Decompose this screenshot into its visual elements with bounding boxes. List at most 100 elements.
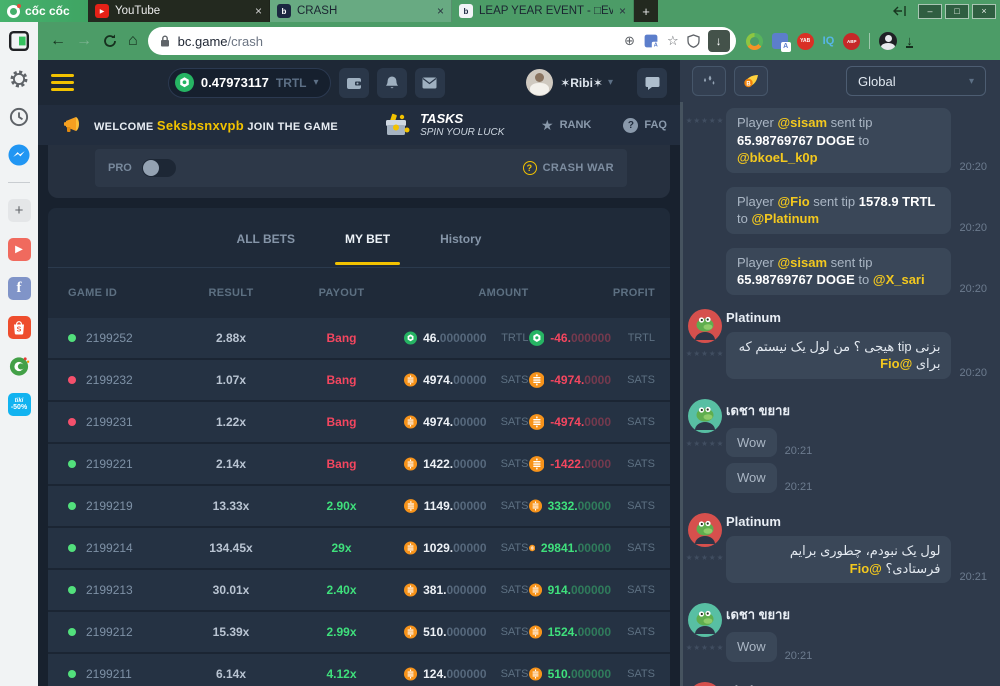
tip-bubble[interactable]: Player @Fio sent tip 1578.9 TRTL to @Pla…	[726, 187, 951, 234]
bets-tabs: ALL BETS MY BET History	[48, 208, 670, 268]
avatar[interactable]	[688, 682, 722, 686]
home-button[interactable]: ⌂	[128, 32, 138, 50]
coin-rain-button[interactable]	[692, 66, 726, 96]
chat-room-selector[interactable]: Global ▾	[846, 66, 986, 96]
tab-bar: cốc cốc ▶ YouTube × b CRASH × b LEAP YEA…	[0, 0, 1000, 22]
balance-selector[interactable]: 0.47973117 TRTL ▾	[168, 68, 331, 98]
svg-text:S: S	[17, 327, 22, 334]
table-row[interactable]: 21992321.07xBang4974.00000SATS-4974.0000…	[48, 360, 670, 402]
chat-bubble[interactable]: Wow	[726, 632, 777, 662]
url-text: bc.game/crash	[178, 34, 616, 49]
chat-username[interactable]: เดชา ขยาย	[726, 400, 987, 421]
chat-username[interactable]: Platinum	[726, 514, 987, 529]
table-row[interactable]: 21992212.14xBang1422.00000SATS-1422.0000…	[48, 444, 670, 486]
avatar[interactable]	[688, 399, 722, 433]
forward-button[interactable]: →	[76, 32, 92, 50]
add-circle-icon[interactable]: ⊕	[624, 33, 635, 49]
avatar[interactable]	[688, 513, 722, 547]
col-profit: PROFIT	[529, 287, 656, 299]
new-tab-button[interactable]: +	[634, 0, 658, 22]
wallet-button[interactable]	[339, 68, 369, 98]
messages-button[interactable]	[415, 68, 445, 98]
table-row[interactable]: 21992311.22xBang4974.00000SATS-4974.0000…	[48, 402, 670, 444]
table-row[interactable]: 219921913.33x2.90x1149.00000SATS3332.000…	[48, 486, 670, 528]
rank-link[interactable]: ★ RANK	[541, 117, 591, 134]
crash-war-link[interactable]: ? CRASH WAR	[523, 161, 614, 175]
chat-username[interactable]: Platinum	[726, 683, 987, 686]
restore-button[interactable]: □	[945, 4, 969, 19]
idm-extension-icon[interactable]	[746, 33, 763, 50]
tab-collapse-icon[interactable]	[893, 6, 907, 16]
trtl-coin-icon	[404, 330, 417, 346]
minimize-button[interactable]: –	[918, 4, 942, 19]
wallet-icon	[346, 76, 362, 90]
tasks-widget[interactable]: TASKS SPIN YOUR LUCK	[382, 112, 504, 138]
tab-my-bet[interactable]: MY BET	[343, 211, 392, 265]
hamburger-menu-icon[interactable]	[51, 74, 74, 92]
close-button[interactable]: ×	[972, 4, 996, 19]
iq-extension-icon[interactable]: IQ	[823, 35, 835, 47]
tip-bubble[interactable]: Player @sisam sent tip 65.98769767 DOGE …	[726, 108, 951, 173]
youtube-shortcut-icon[interactable]: ▶	[8, 238, 31, 261]
chat-username[interactable]: Platinum	[726, 310, 987, 325]
chat-bubble[interactable]: Wow	[726, 463, 777, 493]
pro-toggle[interactable]	[142, 159, 176, 177]
message-time: 20:21	[959, 571, 987, 583]
tab-close-icon[interactable]: ×	[255, 4, 262, 18]
back-button[interactable]: ←	[50, 32, 66, 50]
shield-icon[interactable]	[687, 34, 700, 48]
avatar[interactable]	[688, 603, 722, 637]
table-row[interactable]: 21992522.88xBang46.0000000TRTL-46.000000…	[48, 318, 670, 360]
reload-button[interactable]	[102, 33, 118, 49]
notifications-button[interactable]	[377, 68, 407, 98]
tab-leap-year-event[interactable]: b LEAP YEAR EVENT - □Event - ×	[452, 0, 634, 22]
table-row[interactable]: 2199214134.45x29x1029.00000SATS29841.000…	[48, 528, 670, 570]
tab-youtube[interactable]: ▶ YouTube ×	[88, 0, 270, 22]
translate-icon[interactable]	[645, 35, 658, 48]
translate-extension-icon[interactable]	[772, 33, 788, 49]
chat-bubble[interactable]: لول یک نبودم، چطوری برایم فرستادی؟ @Fio	[726, 536, 951, 583]
settings-gear-icon[interactable]	[8, 68, 30, 90]
download-bar-icon[interactable]: ↓	[708, 30, 730, 52]
tab-history[interactable]: History	[438, 211, 483, 265]
amount-currency: SATS	[487, 416, 529, 428]
tab-close-icon[interactable]: ×	[437, 4, 444, 18]
messenger-icon[interactable]	[8, 144, 30, 166]
amount-cell: 1029.00000	[404, 540, 487, 556]
coccoc-menu-button[interactable]: cốc cốc	[0, 0, 88, 22]
address-bar[interactable]: bc.game/crash ⊕ ☆ ↓	[148, 27, 736, 55]
chat-username[interactable]: เดชา ขยาย	[726, 604, 987, 625]
history-icon[interactable]	[8, 106, 30, 128]
chat-bubble[interactable]: بزنی tip هیجی ؟ من لول یک نیستم که برای …	[726, 332, 951, 379]
shopee-shortcut-icon[interactable]: S	[8, 316, 31, 339]
game-options-strip: PRO ? CRASH WAR	[95, 149, 627, 187]
user-avatar[interactable]	[526, 69, 553, 96]
table-row[interactable]: 21992116.14x4.12x124.000000SATS510.00000…	[48, 654, 670, 686]
browser-sidebar: + ▶ f S tiki-50%	[0, 22, 38, 686]
amount-currency: SATS	[487, 542, 529, 554]
amount-cell: 1149.00000	[404, 498, 487, 514]
yab-extension-icon[interactable]: YAB	[797, 33, 814, 50]
tab-close-icon[interactable]: ×	[619, 4, 626, 18]
sidebar-toggle-icon[interactable]	[8, 30, 30, 52]
facebook-shortcut-icon[interactable]: f	[8, 277, 31, 300]
avatar[interactable]	[688, 309, 722, 343]
chat-bubble[interactable]: Wow	[726, 428, 777, 458]
table-row[interactable]: 219921215.39x2.99x510.000000SATS1524.000…	[48, 612, 670, 654]
table-row[interactable]: 219921330.01x2.40x381.000000SATS914.0000…	[48, 570, 670, 612]
tab-crash[interactable]: b CRASH ×	[270, 0, 452, 22]
coccoc-shortcut-icon[interactable]	[8, 355, 30, 377]
chat-toggle-button[interactable]	[637, 68, 667, 98]
faq-link[interactable]: ? FAQ	[623, 118, 667, 133]
status-dot	[68, 586, 76, 594]
tip-bubble[interactable]: Player @sisam sent tip 65.98769767 DOGE …	[726, 248, 951, 295]
fireball-button[interactable]: B	[734, 66, 768, 96]
adblock-extension-icon[interactable]: ABP	[843, 33, 860, 50]
crash-war-label: CRASH WAR	[543, 162, 614, 174]
tab-all-bets[interactable]: ALL BETS	[235, 211, 297, 265]
profile-icon[interactable]	[879, 32, 897, 50]
add-shortcut-button[interactable]: +	[8, 199, 31, 222]
downloads-icon[interactable]: ↓	[906, 35, 913, 48]
tiki-shortcut-icon[interactable]: tiki-50%	[8, 393, 31, 416]
bookmark-star-icon[interactable]: ☆	[667, 33, 679, 49]
